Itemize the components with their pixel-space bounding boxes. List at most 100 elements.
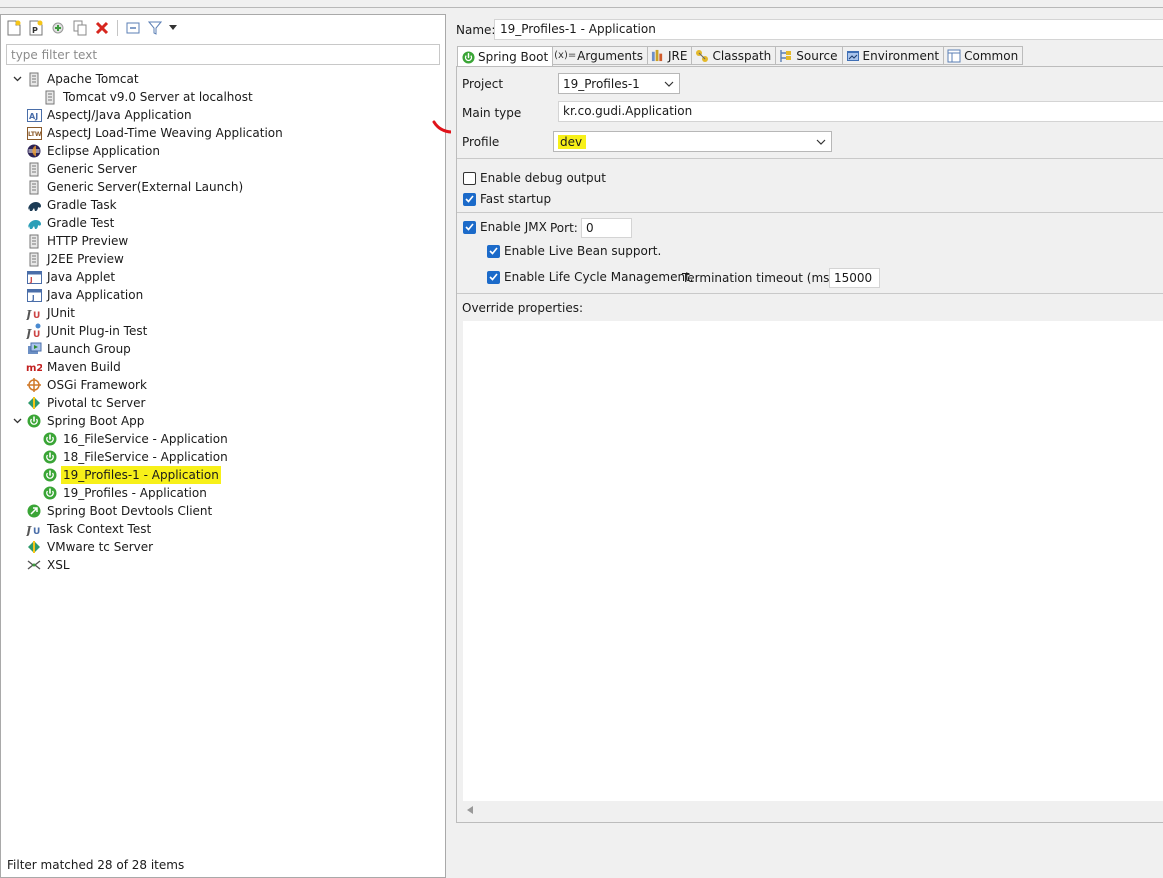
new-prototype-icon[interactable]: P <box>27 19 45 37</box>
tree-item[interactable]: XSL <box>10 556 70 574</box>
tree-item[interactable]: J2EE Preview <box>10 250 124 268</box>
profile-dropdown[interactable]: dev <box>553 131 832 152</box>
expand-chevron-icon[interactable] <box>10 412 24 430</box>
spring-boot-icon <box>26 413 42 429</box>
port-field[interactable]: 0 <box>581 218 632 238</box>
tree-item-label: 19_Profiles-1 - Application <box>61 466 221 484</box>
tree-item[interactable]: Eclipse Application <box>10 142 160 160</box>
tab-environment[interactable]: Environment <box>842 46 945 65</box>
tree-item-label: AspectJ Load-Time Weaving Application <box>47 126 283 140</box>
tree-item[interactable]: Generic Server(External Launch) <box>10 178 243 196</box>
tree-item-label: Maven Build <box>47 360 121 374</box>
fast-startup-checkbox[interactable]: Fast startup <box>463 192 551 206</box>
spring-boot-icon <box>42 467 58 483</box>
tree-item-label: JUnit <box>47 306 75 320</box>
scroll-left-icon[interactable] <box>467 806 473 814</box>
override-properties-editor[interactable] <box>463 321 1163 801</box>
tree-item[interactable]: 19_Profiles-1 - Application <box>26 466 221 484</box>
tree-item[interactable]: AJ AspectJ/Java Application <box>10 106 192 124</box>
tab-source[interactable]: Source <box>776 46 843 65</box>
collapse-all-icon[interactable] <box>124 19 142 37</box>
server-icon <box>26 71 42 87</box>
tree-item[interactable]: J U Task Context Test <box>10 520 151 538</box>
xsl-icon <box>26 557 42 573</box>
live-bean-checkbox[interactable]: Enable Live Bean support. <box>487 244 661 258</box>
filter-input[interactable] <box>6 44 440 65</box>
config-tabs: Spring Boot (x)= Arguments JRE Classpath… <box>457 46 1024 67</box>
launch-group-icon <box>26 341 42 357</box>
debug-label: Enable debug output <box>480 171 606 185</box>
tree-item[interactable]: J U JUnit Plug-in Test <box>10 322 147 340</box>
tree-item[interactable]: 19_Profiles - Application <box>26 484 207 502</box>
svg-text:LTW: LTW <box>28 131 42 138</box>
tab-arguments[interactable]: (x)= Arguments <box>553 46 648 65</box>
main-type-field[interactable]: kr.co.gudi.Application <box>558 101 1163 122</box>
launch-config-toolbar: P <box>5 17 178 39</box>
lifecycle-checkbox[interactable]: Enable Life Cycle Management. <box>487 270 694 284</box>
spring-boot-tab-panel: Project 19_Profiles-1 Main type kr.co.gu… <box>456 66 1163 823</box>
top-divider <box>0 7 1163 8</box>
enable-debug-checkbox[interactable]: Enable debug output <box>463 171 606 185</box>
tree-item[interactable]: J Java Application <box>10 286 143 304</box>
new-config-icon[interactable] <box>5 19 23 37</box>
server-icon <box>26 233 42 249</box>
project-dropdown[interactable]: 19_Profiles-1 <box>558 73 680 94</box>
tab-spring-boot[interactable]: Spring Boot <box>457 46 554 67</box>
tree-item-label: 19_Profiles - Application <box>63 486 207 500</box>
tab-common[interactable]: Common <box>944 46 1024 65</box>
tree-item[interactable]: J U JUnit <box>10 304 75 322</box>
tree-item[interactable]: Generic Server <box>10 160 137 178</box>
tree-item[interactable]: OSGi Framework <box>10 376 147 394</box>
tree-item[interactable]: LTW AspectJ Load-Time Weaving Application <box>10 124 283 142</box>
enable-jmx-checkbox[interactable]: Enable JMX <box>463 220 547 234</box>
tree-item[interactable]: VMware tc Server <box>10 538 153 556</box>
timeout-field[interactable]: 15000 <box>829 268 880 288</box>
horizontal-scrollbar[interactable] <box>463 801 1163 819</box>
export-config-icon[interactable] <box>49 19 67 37</box>
jre-icon <box>651 49 665 63</box>
tab-classpath[interactable]: Classpath <box>692 46 777 65</box>
tree-item[interactable]: J Java Applet <box>10 268 115 286</box>
filter-status-text: Filter matched 28 of 28 items <box>7 858 185 872</box>
tree-item-label: Launch Group <box>47 342 131 356</box>
launch-config-editor: Name: 19_Profiles-1 - Application Spring… <box>451 14 1163 878</box>
gradle-icon <box>26 197 42 213</box>
name-field[interactable]: 19_Profiles-1 - Application <box>494 19 1163 40</box>
tree-item[interactable]: Spring Boot App <box>10 412 144 430</box>
divider <box>457 158 1163 159</box>
tree-item[interactable]: Tomcat v9.0 Server at localhost <box>26 88 253 106</box>
server-icon <box>26 161 42 177</box>
tree-item[interactable]: 18_FileService - Application <box>26 448 228 466</box>
tree-item[interactable]: Spring Boot Devtools Client <box>10 502 212 520</box>
server-icon <box>26 251 42 267</box>
delete-icon[interactable] <box>93 19 111 37</box>
checkmark-icon <box>487 244 500 258</box>
tree-item[interactable]: HTTP Preview <box>10 232 128 250</box>
tab-jre[interactable]: JRE <box>647 46 693 65</box>
tree-item[interactable]: Gradle Test <box>10 214 114 232</box>
expand-chevron-icon[interactable] <box>10 70 24 88</box>
tree-item-label: Apache Tomcat <box>47 72 139 86</box>
filter-icon[interactable] <box>146 19 164 37</box>
tree-item[interactable]: Pivotal tc Server <box>10 394 145 412</box>
tree-item[interactable]: Gradle Task <box>10 196 117 214</box>
view-menu-chevron-down-icon[interactable] <box>168 19 178 37</box>
duplicate-icon[interactable] <box>71 19 89 37</box>
tree-item[interactable]: m2 Maven Build <box>10 358 121 376</box>
tree-item[interactable]: 16_FileService - Application <box>26 430 228 448</box>
spring-boot-icon <box>42 449 58 465</box>
tree-item[interactable]: Launch Group <box>10 340 131 358</box>
tree-item[interactable]: Apache Tomcat <box>10 70 139 88</box>
